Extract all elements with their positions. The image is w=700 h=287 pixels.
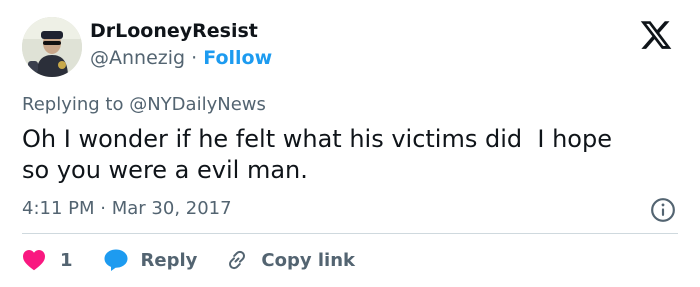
- x-logo-icon[interactable]: [635, 18, 677, 52]
- author-display-name[interactable]: DrLooneyResist: [90, 20, 258, 42]
- reply-context: Replying to @NYDailyNews: [22, 94, 266, 115]
- timestamp-separator: ·: [100, 198, 106, 219]
- tweet-text: Oh I wonder if he felt what his victims …: [22, 125, 612, 184]
- reply-prefix: Replying to: [22, 94, 124, 115]
- reply-to-mention[interactable]: @NYDailyNews: [129, 94, 266, 115]
- avatar[interactable]: [22, 17, 82, 77]
- handle-separator: ·: [191, 47, 198, 69]
- copy-link-label: Copy link: [261, 249, 355, 271]
- tweet-date: Mar 30, 2017: [111, 198, 232, 219]
- reply-button[interactable]: Reply: [103, 248, 198, 272]
- like-count: 1: [60, 249, 73, 271]
- link-icon: [229, 250, 246, 270]
- avatar-image: [22, 17, 82, 77]
- author-handle-row: @Annezig · Follow: [90, 47, 272, 69]
- tweet-time: 4:11 PM: [22, 198, 95, 219]
- tweet-actions: 1 Reply Copy link: [22, 246, 355, 274]
- like-button[interactable]: 1: [22, 249, 73, 271]
- info-icon[interactable]: [650, 197, 676, 223]
- tweet-timestamp[interactable]: 4:11 PM · Mar 30, 2017: [22, 198, 232, 219]
- copy-link-button[interactable]: Copy link: [225, 248, 355, 272]
- reply-label: Reply: [140, 249, 198, 271]
- divider: [22, 233, 678, 234]
- speech-bubble-icon: [104, 249, 128, 271]
- author-handle[interactable]: @Annezig: [90, 47, 185, 69]
- follow-link[interactable]: Follow: [203, 47, 272, 69]
- heart-icon: [23, 250, 45, 271]
